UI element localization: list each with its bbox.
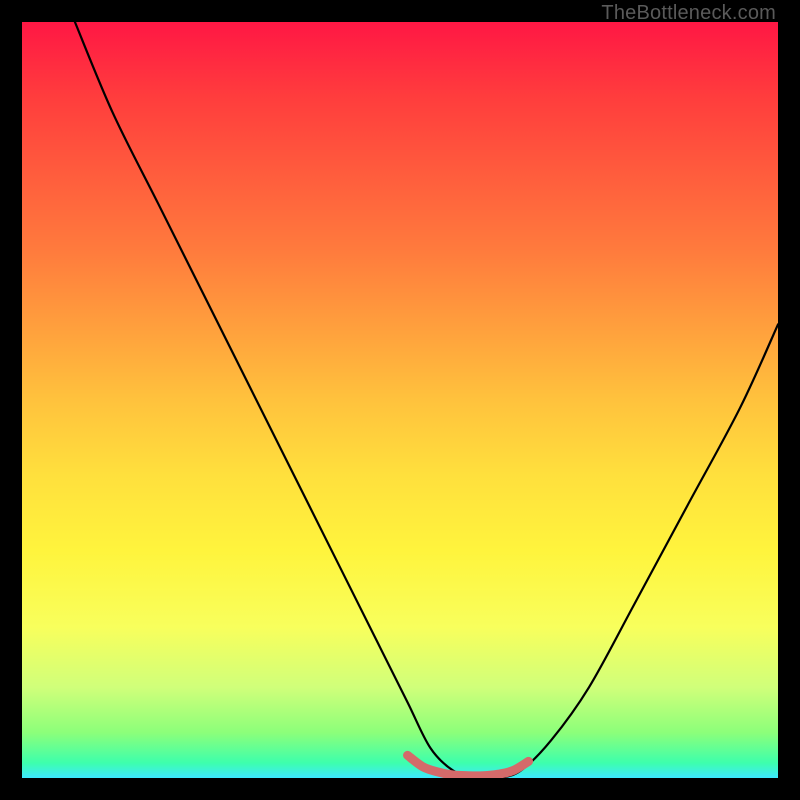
chart-plot-svg xyxy=(22,22,778,778)
optimal-range-marker xyxy=(408,755,529,776)
chart-container: TheBottleneck.com xyxy=(0,0,800,800)
bottleneck-curve xyxy=(75,22,778,778)
watermark-text: TheBottleneck.com xyxy=(601,2,776,25)
